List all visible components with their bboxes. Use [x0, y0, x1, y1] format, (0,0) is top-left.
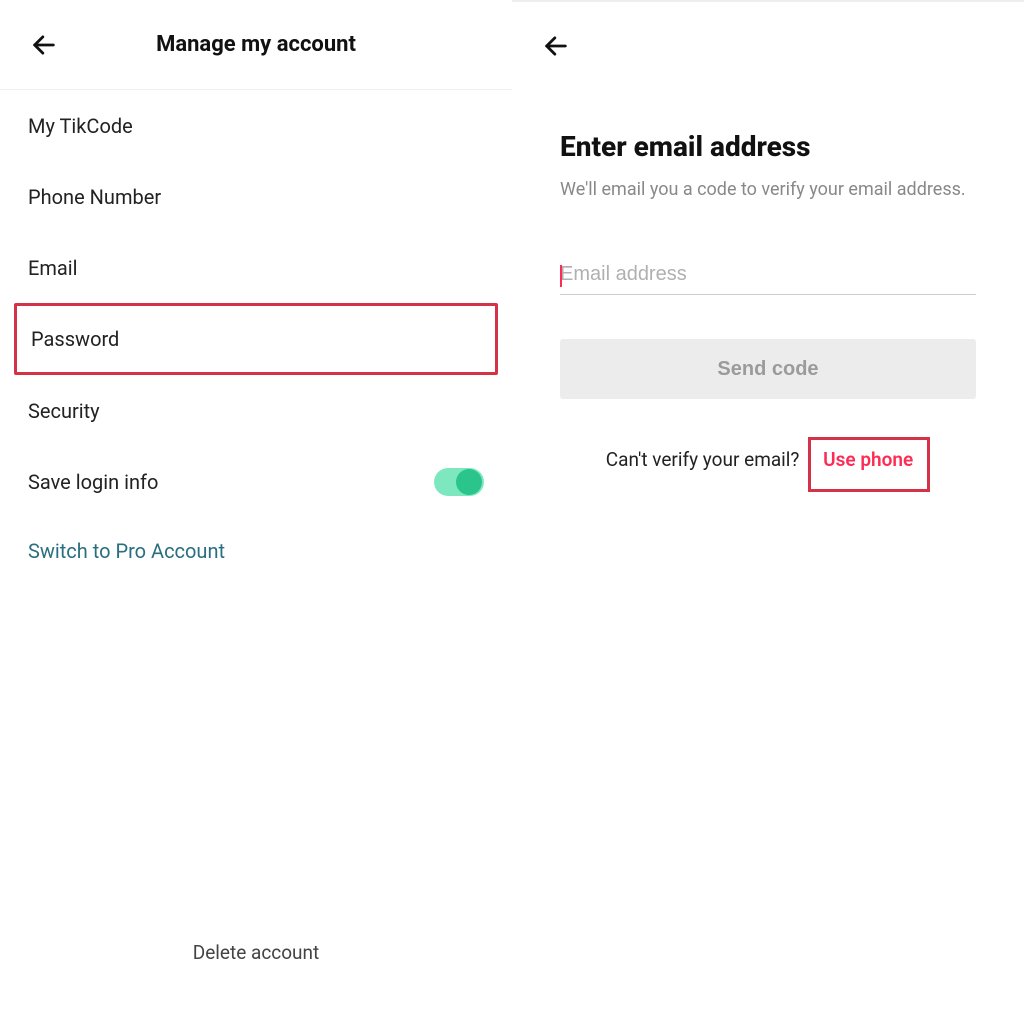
- menu-item-label: Phone Number: [28, 185, 161, 209]
- delete-account-link[interactable]: Delete account: [0, 941, 512, 964]
- menu-item-label: Email: [28, 256, 78, 280]
- account-menu: My TikCode Phone Number Email Password S…: [0, 90, 512, 585]
- verify-help-text: Can't verify your email?: [606, 448, 804, 471]
- header: Manage my account: [0, 0, 512, 90]
- menu-item-email[interactable]: Email: [0, 232, 512, 303]
- save-login-toggle[interactable]: [434, 468, 484, 496]
- email-form: Enter email address We'll email you a co…: [512, 90, 1024, 492]
- email-heading: Enter email address: [560, 130, 976, 163]
- menu-item-password[interactable]: Password: [14, 303, 498, 375]
- manage-account-screen: Manage my account My TikCode Phone Numbe…: [0, 0, 512, 1024]
- send-code-button[interactable]: Send code: [560, 339, 976, 399]
- back-arrow-icon[interactable]: [28, 29, 60, 61]
- use-phone-highlight: Use phone: [808, 437, 930, 492]
- switch-pro-link[interactable]: Switch to Pro Account: [0, 517, 512, 585]
- menu-item-security[interactable]: Security: [0, 375, 512, 446]
- toggle-knob: [456, 469, 482, 495]
- menu-item-label: Password: [31, 327, 119, 351]
- text-caret: [560, 265, 562, 287]
- use-phone-link[interactable]: Use phone: [823, 448, 913, 471]
- email-subtext: We'll email you a code to verify your em…: [560, 177, 976, 203]
- verify-help-row: Can't verify your email? Use phone: [560, 437, 976, 492]
- email-input-wrap: [560, 263, 976, 295]
- menu-item-label: Security: [28, 399, 100, 423]
- page-title: Manage my account: [60, 32, 452, 57]
- menu-item-label: My TikCode: [28, 114, 133, 138]
- menu-item-tikcode[interactable]: My TikCode: [0, 90, 512, 161]
- back-arrow-icon[interactable]: [540, 30, 572, 62]
- menu-item-phone[interactable]: Phone Number: [0, 161, 512, 232]
- header: [512, 0, 1024, 90]
- menu-item-label: Save login info: [28, 470, 158, 494]
- menu-item-save-login[interactable]: Save login info: [0, 446, 512, 517]
- email-input[interactable]: [560, 263, 976, 286]
- enter-email-screen: Enter email address We'll email you a co…: [512, 0, 1024, 1024]
